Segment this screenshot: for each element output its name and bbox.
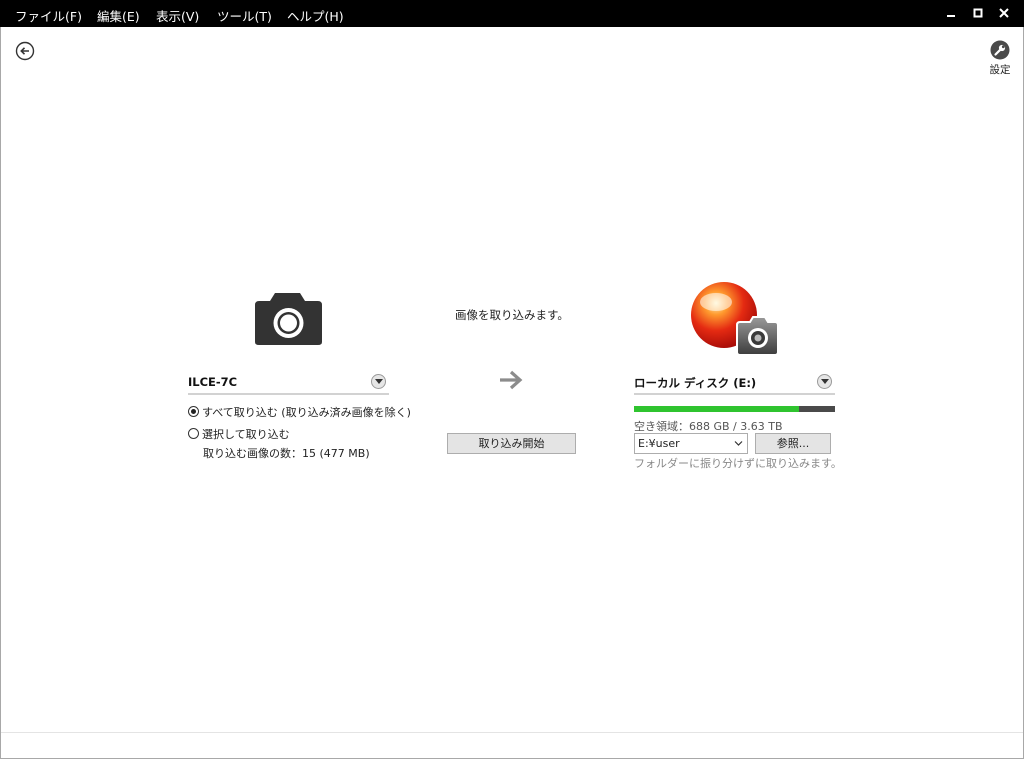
radio-button-checked[interactable] [188,406,199,417]
camera-icon [255,293,322,345]
status-bar [1,732,1023,758]
window-frame [0,27,1024,759]
minimize-icon [947,15,955,17]
menu-view[interactable]: 表示(V) [156,6,199,25]
radio-import-all[interactable]: すべて取り込む (取り込み済み画像を除く) [188,404,411,419]
back-arrow-icon [15,41,35,61]
close-icon [999,8,1009,18]
minimize-button[interactable] [941,3,961,23]
maximize-button[interactable] [968,3,988,23]
import-heading: 画像を取り込みます。 [455,308,569,322]
wrench-icon [990,40,1010,60]
free-space-text: 空き領域：688 GB / 3.63 TB [634,420,783,433]
menu-bar: ファイル(F) 編集(E) 表示(V) ツール(T) ヘルプ(H) [0,0,1024,27]
back-button[interactable] [15,41,35,61]
radio-import-selected[interactable]: 選択して取り込む [188,426,290,441]
storage-usage-fill [634,406,799,412]
radio-import-selected-label: 選択して取り込む [202,428,290,441]
menu-help[interactable]: ヘルプ(H) [287,6,344,25]
storage-usage-bar [634,406,835,412]
start-import-button[interactable]: 取り込み開始 [447,433,576,454]
source-dropdown-button[interactable] [371,374,386,389]
destination-drive-name: ローカル ディスク (E:) [634,376,757,390]
browse-button[interactable]: 参照... [755,433,831,454]
menu-file[interactable]: ファイル(F) [15,6,82,25]
radio-import-all-label: すべて取り込む (取り込み済み画像を除く) [202,406,411,419]
settings-button[interactable]: 設定 [986,40,1014,78]
source-device-name: ILCE-7C [188,375,238,389]
destination-folder-select[interactable]: E:¥user [634,433,748,454]
settings-label: 設定 [989,64,1011,76]
right-arrow-icon [498,369,524,391]
close-button[interactable] [994,3,1014,23]
folder-hint-text: フォルダーに振り分けずに取り込みます。 [634,457,842,470]
destination-dropdown-button[interactable] [817,374,832,389]
destination-divider [634,393,835,395]
destination-folder-value: E:¥user [638,437,680,450]
source-divider [188,393,389,395]
import-count-text: 取り込む画像の数：15 (477 MB) [203,447,370,460]
playmemories-app-icon [688,282,780,358]
radio-button-unchecked[interactable] [188,428,199,439]
maximize-icon [973,8,983,18]
menu-edit[interactable]: 編集(E) [97,6,140,25]
menu-tools[interactable]: ツール(T) [217,6,272,25]
